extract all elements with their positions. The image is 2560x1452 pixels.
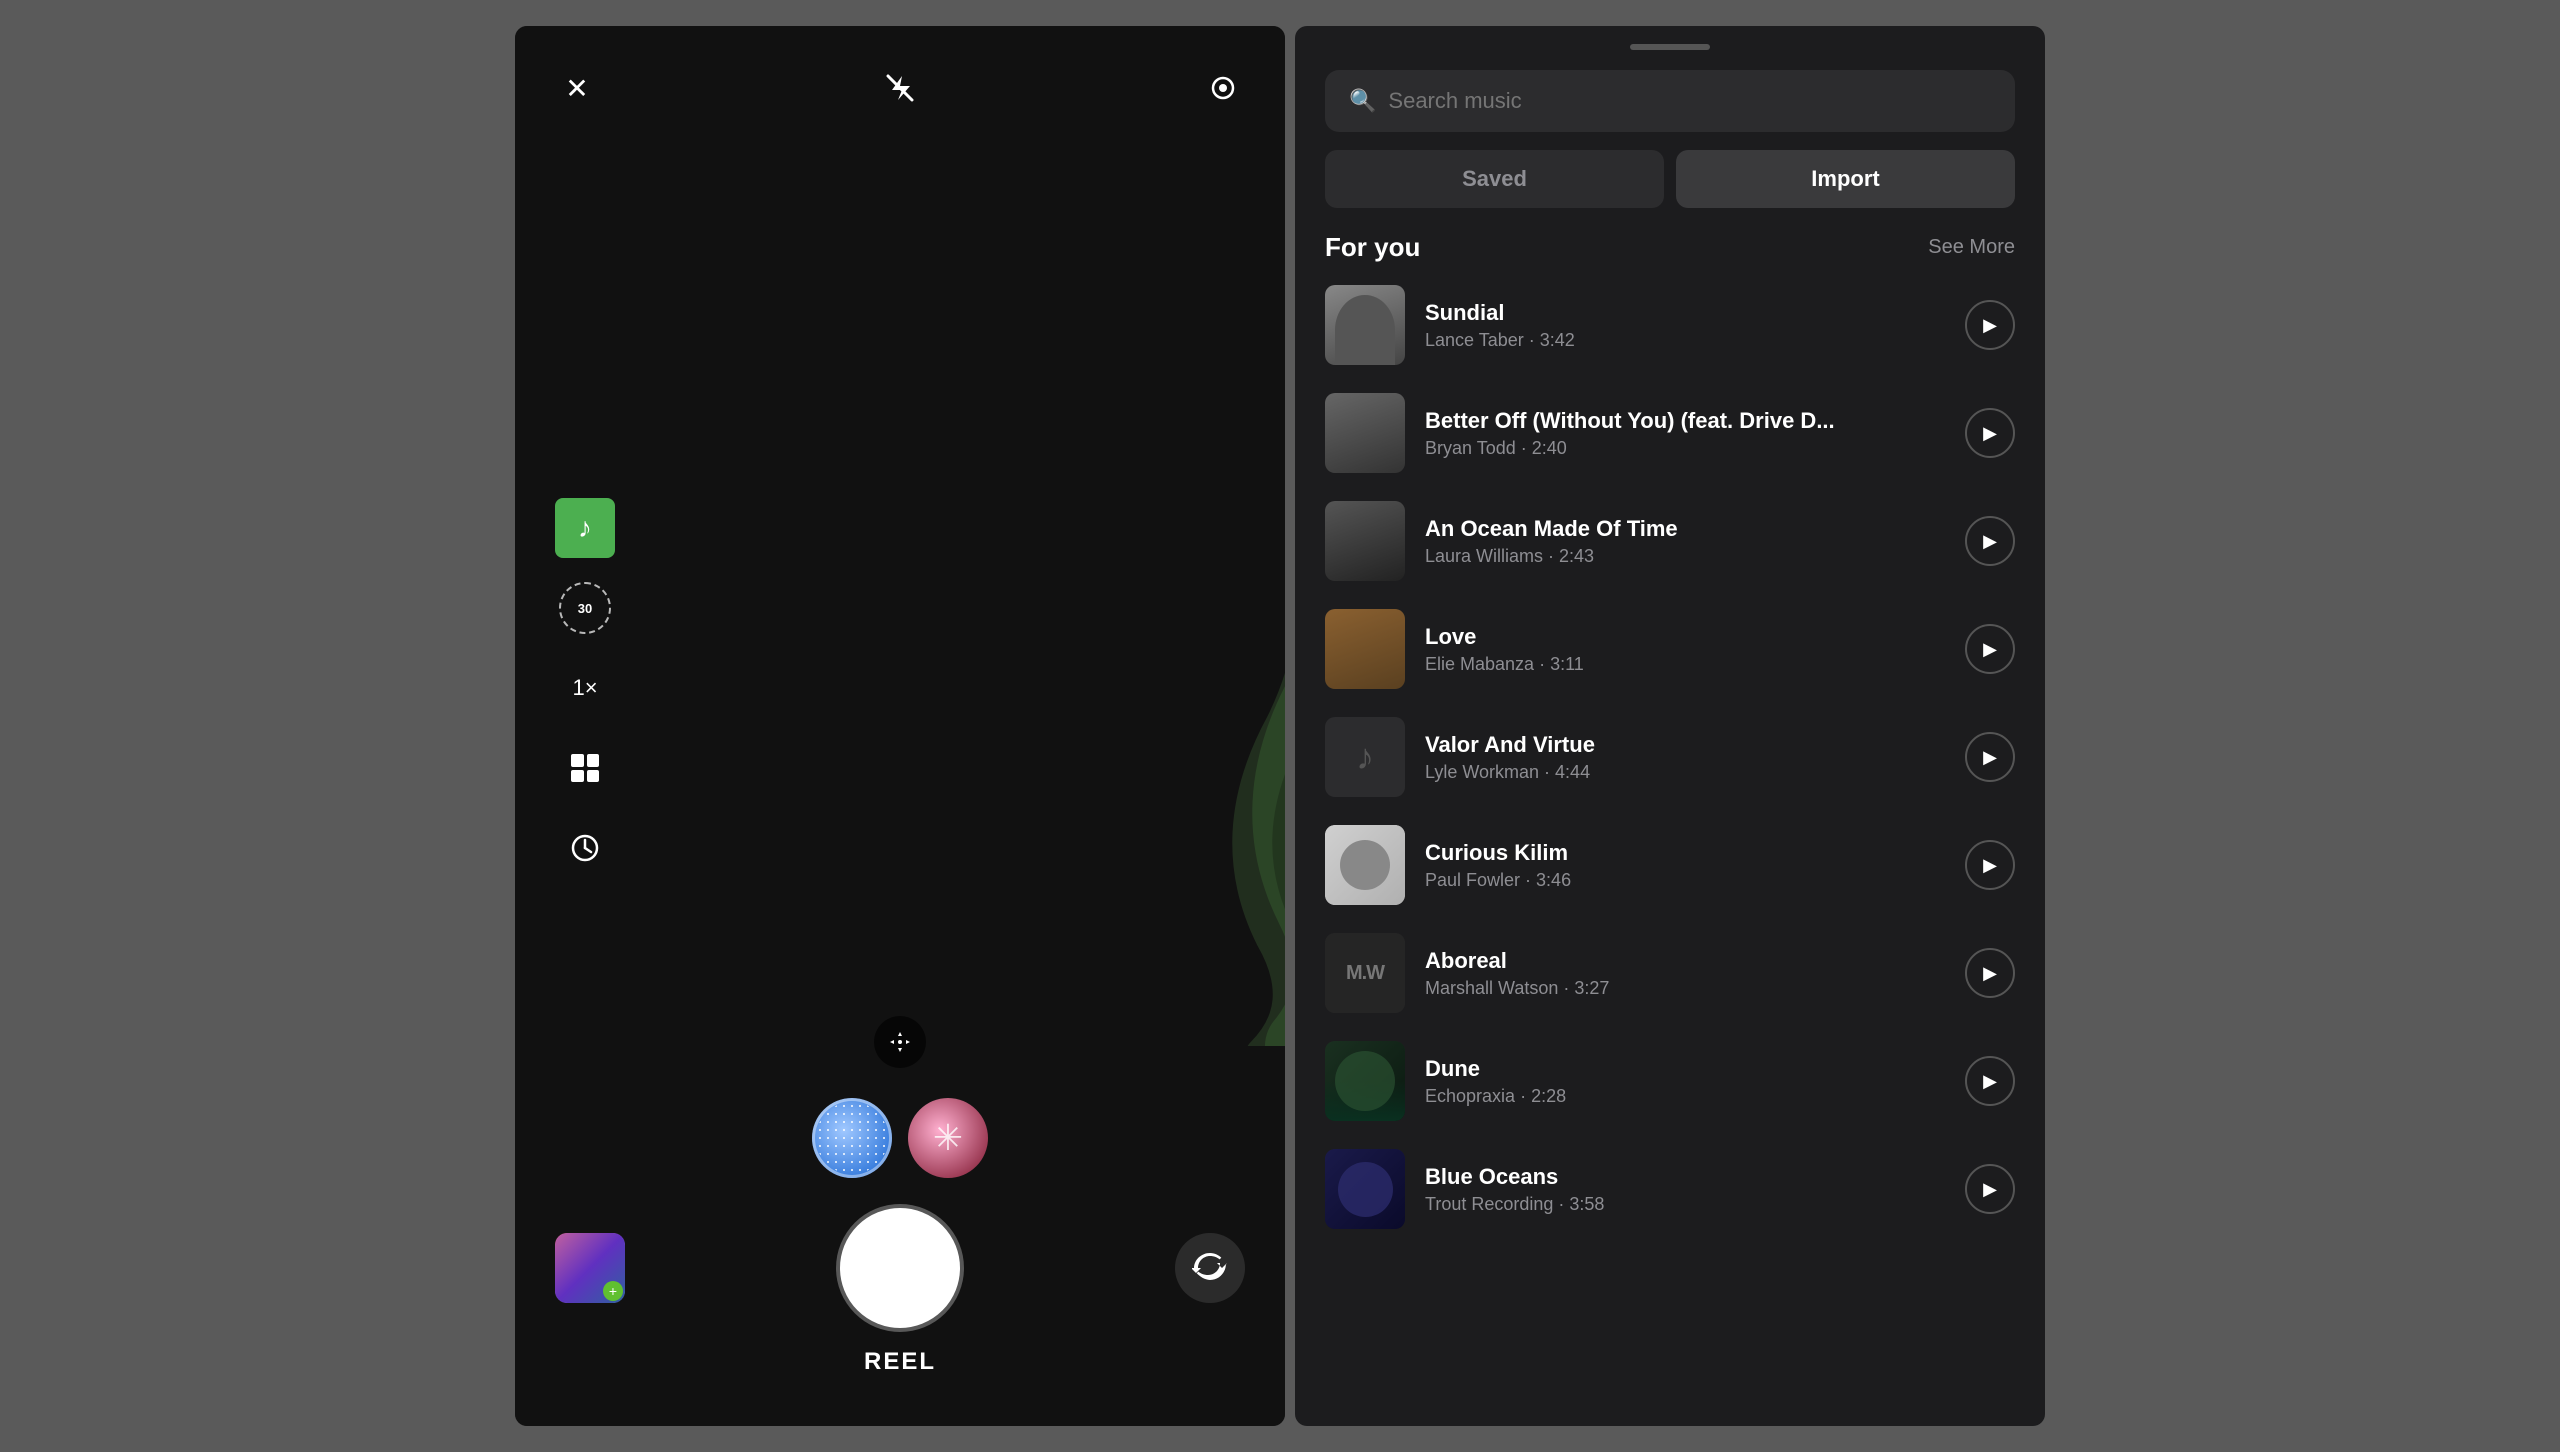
album-art-blue-oceans <box>1325 1149 1405 1229</box>
track-info-valor: Valor And Virtue Lyle Workman · 4:44 <box>1425 732 1945 783</box>
track-valor[interactable]: Valor And Virtue Lyle Workman · 4:44 ▶ <box>1295 703 2045 811</box>
search-icon: 🔍 <box>1349 88 1376 114</box>
story-bubble-pink[interactable] <box>908 1098 988 1178</box>
camera-bottom: REEL <box>515 996 1285 1426</box>
album-art-aboreal: M.W <box>1325 933 1405 1013</box>
tab-row: Saved Import <box>1325 150 2015 208</box>
section-header: For you See More <box>1295 208 2045 271</box>
album-art-dune <box>1325 1041 1405 1121</box>
play-button-valor[interactable]: ▶ <box>1965 732 2015 782</box>
music-tool-button[interactable]: ♪ <box>555 498 615 558</box>
play-button-aboreal[interactable]: ▶ <box>1965 948 2015 998</box>
shutter-button[interactable] <box>840 1208 960 1328</box>
play-button-love[interactable]: ▶ <box>1965 624 2015 674</box>
album-art-ocean <box>1325 501 1405 581</box>
timer-circle: 30 <box>559 582 611 634</box>
track-blue-oceans[interactable]: Blue Oceans Trout Recording · 3:58 ▶ <box>1295 1135 2045 1243</box>
track-meta-valor: Lyle Workman · 4:44 <box>1425 762 1945 783</box>
camera-panel: ✕ ♪ 30 <box>515 26 1285 1426</box>
grid-button[interactable] <box>555 738 615 798</box>
speed-button[interactable]: 1× <box>555 658 615 718</box>
track-title-love: Love <box>1425 624 1945 650</box>
flash-off-icon[interactable] <box>878 66 922 110</box>
track-sundial[interactable]: Sundial Lance Taber · 3:42 ▶ <box>1295 271 2045 379</box>
music-panel: 🔍 Saved Import For you See More Sundial <box>1295 26 2045 1426</box>
play-button-dune[interactable]: ▶ <box>1965 1056 2015 1106</box>
drag-indicator <box>1630 44 1710 50</box>
track-title-ocean: An Ocean Made Of Time <box>1425 516 1945 542</box>
speed-label: 1× <box>572 675 597 701</box>
track-title-valor: Valor And Virtue <box>1425 732 1945 758</box>
track-ocean[interactable]: An Ocean Made Of Time Laura Williams · 2… <box>1295 487 2045 595</box>
tab-saved[interactable]: Saved <box>1325 150 1664 208</box>
gallery-thumbnail[interactable] <box>555 1233 625 1303</box>
track-info-aboreal: Aboreal Marshall Watson · 3:27 <box>1425 948 1945 999</box>
play-button-blue-oceans[interactable]: ▶ <box>1965 1164 2015 1214</box>
track-title-curious: Curious Kilim <box>1425 840 1945 866</box>
track-info-curious: Curious Kilim Paul Fowler · 3:46 <box>1425 840 1945 891</box>
timer-value: 30 <box>578 601 592 616</box>
track-meta-aboreal: Marshall Watson · 3:27 <box>1425 978 1945 999</box>
tab-import[interactable]: Import <box>1676 150 2015 208</box>
music-note-icon: ♪ <box>578 512 592 544</box>
track-info-better-off: Better Off (Without You) (feat. Drive D.… <box>1425 408 1945 459</box>
track-info-blue-oceans: Blue Oceans Trout Recording · 3:58 <box>1425 1164 1945 1215</box>
track-love[interactable]: Love Elie Mabanza · 3:11 ▶ <box>1295 595 2045 703</box>
track-title-aboreal: Aboreal <box>1425 948 1945 974</box>
album-art-sundial <box>1325 285 1405 365</box>
play-button-curious[interactable]: ▶ <box>1965 840 2015 890</box>
track-info-dune: Dune Echopraxia · 2:28 <box>1425 1056 1945 1107</box>
track-meta-curious: Paul Fowler · 3:46 <box>1425 870 1945 891</box>
camera-top-bar: ✕ <box>515 26 1285 130</box>
camera-left-tools: ♪ 30 1× <box>555 498 615 878</box>
play-button-ocean[interactable]: ▶ <box>1965 516 2015 566</box>
album-art-curious <box>1325 825 1405 905</box>
reel-label: REEL <box>864 1348 936 1376</box>
play-button-better-off[interactable]: ▶ <box>1965 408 2015 458</box>
album-art-valor <box>1325 717 1405 797</box>
for-you-title: For you <box>1325 232 1420 263</box>
grid-icon <box>571 754 599 782</box>
track-title-better-off: Better Off (Without You) (feat. Drive D.… <box>1425 408 1945 434</box>
track-aboreal[interactable]: M.W Aboreal Marshall Watson · 3:27 ▶ <box>1295 919 2045 1027</box>
music-list: Sundial Lance Taber · 3:42 ▶ Better Off … <box>1295 271 2045 1426</box>
track-info-sundial: Sundial Lance Taber · 3:42 <box>1425 300 1945 351</box>
flip-camera-button[interactable] <box>1175 1233 1245 1303</box>
timer-button[interactable]: 30 <box>555 578 615 638</box>
search-input[interactable] <box>1388 88 1991 114</box>
see-more-button[interactable]: See More <box>1928 236 2015 259</box>
track-info-love: Love Elie Mabanza · 3:11 <box>1425 624 1945 675</box>
story-bubble-blue[interactable] <box>812 1098 892 1178</box>
track-better-off[interactable]: Better Off (Without You) (feat. Drive D.… <box>1295 379 2045 487</box>
track-meta-dune: Echopraxia · 2:28 <box>1425 1086 1945 1107</box>
settings-icon[interactable] <box>1201 66 1245 110</box>
track-title-sundial: Sundial <box>1425 300 1945 326</box>
track-title-blue-oceans: Blue Oceans <box>1425 1164 1945 1190</box>
track-meta-sundial: Lance Taber · 3:42 <box>1425 330 1945 351</box>
album-art-love <box>1325 609 1405 689</box>
track-curious[interactable]: Curious Kilim Paul Fowler · 3:46 ▶ <box>1295 811 2045 919</box>
track-meta-better-off: Bryan Todd · 2:40 <box>1425 438 1945 459</box>
close-button[interactable]: ✕ <box>555 66 599 110</box>
track-dune[interactable]: Dune Echopraxia · 2:28 ▶ <box>1295 1027 2045 1135</box>
search-bar[interactable]: 🔍 <box>1325 70 2015 132</box>
camera-controls-row <box>555 1208 1245 1328</box>
move-icon-button[interactable] <box>874 1016 926 1068</box>
track-info-ocean: An Ocean Made Of Time Laura Williams · 2… <box>1425 516 1945 567</box>
album-art-better-off <box>1325 393 1405 473</box>
clock-button[interactable] <box>555 818 615 878</box>
track-meta-love: Elie Mabanza · 3:11 <box>1425 654 1945 675</box>
story-bubbles <box>812 1098 988 1178</box>
play-button-sundial[interactable]: ▶ <box>1965 300 2015 350</box>
track-meta-blue-oceans: Trout Recording · 3:58 <box>1425 1194 1945 1215</box>
track-title-dune: Dune <box>1425 1056 1945 1082</box>
track-meta-ocean: Laura Williams · 2:43 <box>1425 546 1945 567</box>
